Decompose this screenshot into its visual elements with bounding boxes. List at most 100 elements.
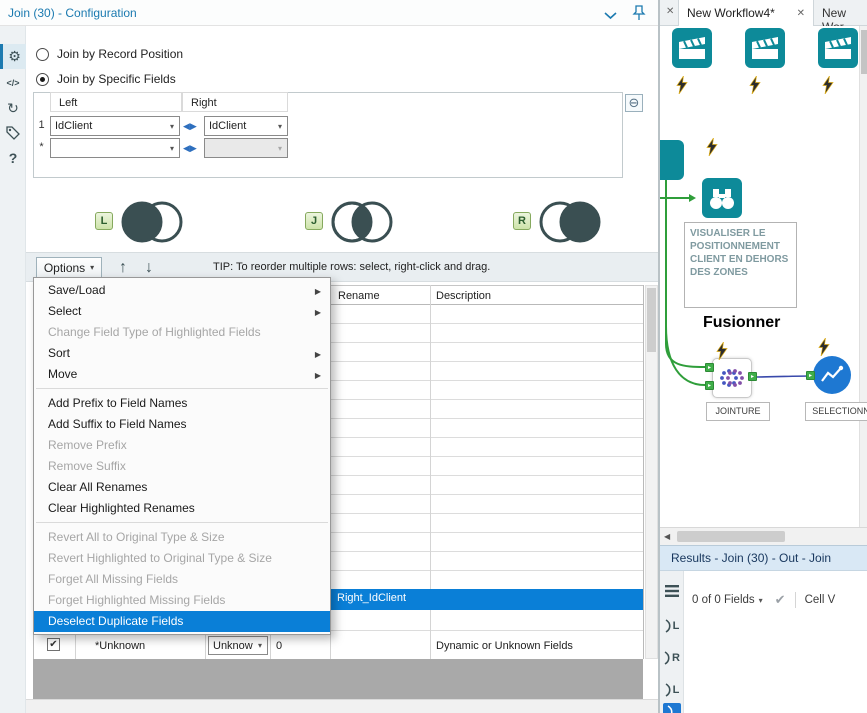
unknown-fields-row[interactable]: ✔ *Unknown Unknown ▾ 0 Dynamic or Unknow… — [33, 631, 643, 659]
menu-item-clear-all-renames[interactable]: Clear All Renames — [34, 477, 330, 498]
options-context-menu: Save/Load ▶ Select ▶ Change Field Type of … — [33, 277, 331, 635]
lightning-bolt-icon — [676, 75, 688, 97]
right-field-dropdown-disabled: ▾ — [204, 138, 288, 158]
close-icon[interactable]: ✕ — [666, 6, 674, 17]
left-field-dropdown[interactable]: IdClient ▾ — [50, 116, 180, 136]
scroll-left-icon[interactable]: ◀ — [664, 532, 670, 541]
chevron-down-icon: ▾ — [169, 121, 174, 131]
lightning-bolt-icon — [749, 75, 761, 97]
clapperboard-tool-icon[interactable] — [745, 28, 785, 68]
menu-item-move[interactable]: Move ▶ — [34, 364, 330, 385]
unknown-description-value: Dynamic or Unknown Fields — [436, 640, 573, 652]
menu-separator — [36, 388, 328, 389]
right-field-dropdown[interactable]: IdClient ▾ — [204, 116, 288, 136]
apply-check-icon[interactable]: ✔ — [775, 592, 786, 608]
menu-item-select[interactable]: Select ▶ — [34, 301, 330, 322]
close-icon[interactable]: ✕ — [797, 8, 805, 19]
scrollbar-thumb[interactable] — [677, 531, 785, 542]
chevron-down-icon[interactable] — [604, 9, 617, 23]
description-column-header: Description — [436, 290, 492, 302]
jointure-annotation: JOINTURE — [706, 402, 770, 421]
scrollbar-thumb[interactable] — [647, 288, 656, 352]
unknown-checkbox[interactable]: ✔ — [47, 638, 60, 651]
left-join-venn-icon[interactable] — [117, 199, 189, 248]
join-right-input-anchor[interactable]: ▸ — [705, 381, 714, 390]
configuration-header: Join (30) - Configuration — [0, 0, 658, 26]
anchor-button-output-l[interactable]: L — [660, 677, 683, 703]
pin-icon[interactable] — [632, 5, 646, 24]
partial-tool-icon[interactable] — [660, 140, 684, 180]
refresh-icon[interactable]: ↻ — [0, 96, 26, 121]
join-left-input-anchor[interactable]: ▸ — [705, 363, 714, 372]
radio-join-by-specific-fields[interactable] — [36, 72, 49, 86]
menu-item-remove-prefix: Remove Prefix — [48, 438, 127, 452]
tag-icon[interactable] — [0, 121, 26, 146]
menu-item-deselect-duplicate-fields[interactable]: Deselect Duplicate Fields — [34, 611, 330, 632]
inner-join-venn-icon[interactable] — [327, 199, 399, 248]
anchor-button-input-l[interactable]: L — [660, 613, 683, 639]
menu-item-forget-highlighted-missing: Forget Highlighted Missing Fields — [48, 593, 226, 607]
chevron-down-icon: ▾ — [257, 641, 262, 650]
selection-annotation: SELECTIONN — [805, 402, 867, 421]
right-join-venn-icon[interactable] — [535, 199, 607, 248]
tab-label: New Workflow4* — [687, 6, 775, 20]
menu-item-add-prefix[interactable]: Add Prefix to Field Names — [34, 393, 330, 414]
submenu-arrow-icon: ▶ — [314, 308, 321, 317]
comment-annotation[interactable]: VISUALISER LE POSITIONNEMENT CLIENT EN D… — [684, 222, 797, 308]
chevron-down-icon: ▾ — [277, 143, 282, 153]
container-label-fusionner: Fusionner — [703, 314, 781, 331]
config-horizontal-scrollbar[interactable] — [26, 699, 658, 713]
results-toolbar: 0 of 0 Fields ▾ ✔ Cell V — [692, 589, 864, 611]
cell-viewer-label[interactable]: Cell V — [805, 594, 836, 606]
radio-join-by-record-position[interactable] — [36, 47, 49, 61]
grid-border — [643, 285, 644, 659]
swap-fields-icon[interactable]: ◀▶ — [183, 143, 197, 154]
remove-row-button[interactable]: ⊖ — [625, 94, 643, 112]
clapperboard-tool-icon[interactable] — [672, 28, 712, 68]
join-anchor-badge: J — [305, 212, 323, 230]
lightning-bolt-icon — [706, 137, 718, 159]
left-anchor-badge: L — [95, 212, 113, 230]
row-number: 1 — [38, 119, 45, 131]
left-field-dropdown-empty[interactable]: ▾ — [50, 138, 180, 158]
menu-separator — [36, 522, 328, 523]
workflow-canvas[interactable]: VISUALISER LE POSITIONNEMENT CLIENT EN D… — [660, 26, 867, 527]
grid-vertical-scrollbar[interactable] — [645, 285, 658, 659]
join-fields-table: Left Right 1 IdClient ▾ ◀▶ IdClient ▾ * … — [33, 92, 623, 178]
submenu-arrow-icon: ▶ — [314, 350, 321, 359]
lightning-bolt-icon — [818, 337, 830, 359]
unknown-type-dropdown[interactable]: Unknown ▾ — [208, 636, 268, 655]
submenu-arrow-icon: ▶ — [314, 371, 321, 380]
join-output-anchor[interactable]: ▸ — [748, 372, 757, 381]
join-by-specific-fields-option: Join by Specific Fields — [36, 71, 176, 87]
anchor-button-input-r[interactable]: R — [660, 645, 683, 671]
chevron-down-icon: ▾ — [169, 143, 174, 153]
reorder-tip-text: TIP: To reorder multiple rows: select, r… — [213, 261, 491, 273]
chart-tool-icon[interactable] — [813, 356, 851, 394]
swap-fields-icon[interactable]: ◀▶ — [183, 121, 197, 132]
menu-item-save-load[interactable]: Save/Load ▶ — [34, 280, 330, 301]
menu-item-clear-highlighted-renames[interactable]: Clear Highlighted Renames — [34, 498, 330, 519]
code-icon[interactable]: </> — [0, 71, 26, 96]
selection-input-anchor[interactable]: ▸ — [806, 371, 815, 380]
anchor-button-output-j-selected[interactable] — [663, 703, 681, 713]
canvas-horizontal-scrollbar[interactable]: ◀ — [660, 527, 867, 545]
join-tool-icon[interactable] — [712, 358, 752, 398]
lightning-bolt-icon — [822, 75, 834, 97]
menu-item-sort[interactable]: Sort ▶ — [34, 343, 330, 364]
tab-new-workflow4[interactable]: New Workflow4* ✕ — [678, 0, 814, 26]
menu-item-add-suffix[interactable]: Add Suffix to Field Names — [34, 414, 330, 435]
chevron-down-icon[interactable]: ▾ — [759, 596, 763, 605]
unknown-field-name: *Unknown — [95, 640, 146, 652]
help-icon[interactable]: ? — [0, 146, 26, 171]
clapperboard-tool-icon[interactable] — [818, 28, 858, 68]
fields-count[interactable]: 0 of 0 Fields — [692, 594, 755, 606]
unknown-type-value: Unknown — [213, 639, 253, 652]
gear-icon[interactable]: ⚙ — [0, 44, 26, 69]
left-column-header: Left — [50, 92, 182, 112]
alteryx-designer-screen: Join (30) - Configuration ⚙ </> ↻ ? Join… — [0, 0, 867, 713]
options-button[interactable]: Options ▾ — [36, 257, 102, 278]
browse-binoculars-tool-icon[interactable] — [702, 178, 742, 218]
results-anchor-strip: L R L — [660, 571, 684, 713]
data-rows-icon[interactable] — [665, 585, 679, 600]
